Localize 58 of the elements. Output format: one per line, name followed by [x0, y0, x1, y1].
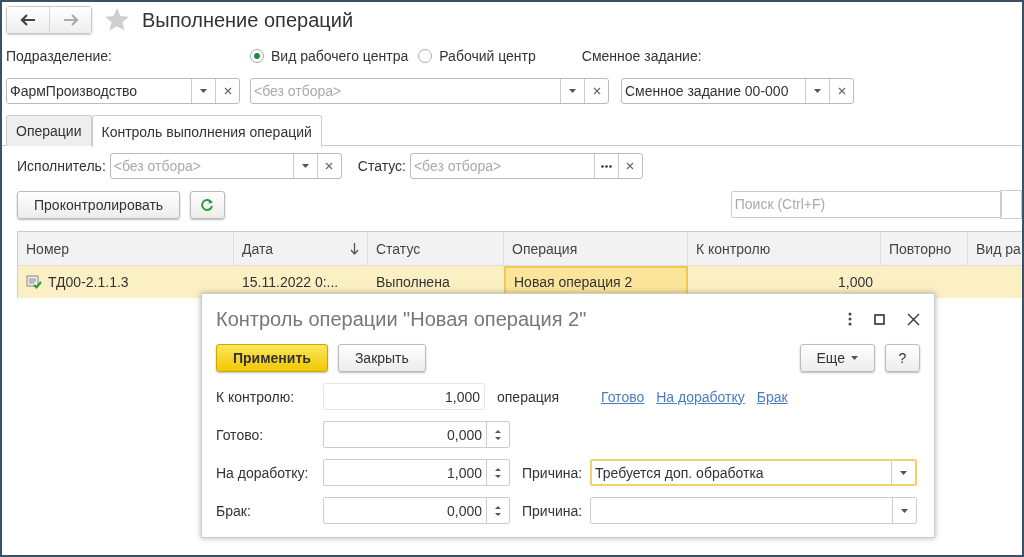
- field-label: Сменное задание:: [581, 48, 702, 64]
- field-label: Брак:: [216, 502, 252, 519]
- window-title: Выполнение операций: [142, 8, 354, 32]
- field-label: Причина:: [522, 464, 584, 481]
- reason-field[interactable]: Требуется доп. обработка: [590, 459, 917, 486]
- column-header[interactable]: К контролю: [688, 232, 881, 265]
- field-label: Готово:: [216, 426, 265, 443]
- tab[interactable]: Контроль выполнения операций: [91, 115, 322, 147]
- link[interactable]: На доработку: [656, 388, 745, 405]
- radio-label[interactable]: Вид рабочего центра: [271, 48, 409, 64]
- shift-task-field[interactable]: Сменное задание 00-000: [621, 78, 854, 104]
- dialog-title: Контроль операции "Новая операция 2": [216, 307, 588, 331]
- column-header[interactable]: Повторно: [881, 232, 968, 265]
- refresh-icon: [200, 197, 215, 212]
- apply-button[interactable]: Применить: [216, 344, 328, 372]
- table-cell: Новая операция 2: [514, 274, 633, 290]
- subdivision-field[interactable]: ФармПроизводство: [6, 78, 240, 104]
- column-header[interactable]: Дата: [234, 232, 368, 265]
- field-label: На доработку:: [216, 464, 310, 481]
- number-field[interactable]: 1,000: [323, 459, 510, 486]
- to-control-field: 1,000: [323, 383, 485, 410]
- close-button[interactable]: Закрыть: [337, 344, 426, 372]
- table-cell: Выполнена: [376, 274, 450, 290]
- more-button[interactable]: Еще: [799, 344, 875, 372]
- number-field[interactable]: 0,000: [323, 421, 510, 448]
- link[interactable]: Готово: [601, 388, 645, 405]
- number-field[interactable]: 0,000: [323, 497, 510, 524]
- check-button[interactable]: Проконтролировать: [17, 190, 181, 219]
- table-row[interactable]: ТД00-2.1.1.3 15.11.2022 0:... Выполнена Новая операция 2 1,000: [18, 266, 1022, 298]
- tab[interactable]: Операции: [6, 115, 92, 146]
- table-cell: ТД00-2.1.1.3: [48, 274, 129, 290]
- field-label: Исполнитель:: [17, 158, 106, 174]
- refresh-button[interactable]: [190, 190, 225, 219]
- more-vertical-icon[interactable]: [848, 312, 852, 326]
- field-label: Статус:: [357, 158, 406, 174]
- forward-arrow-icon: [62, 14, 79, 26]
- maximize-icon[interactable]: [874, 313, 885, 325]
- field-label: К контролю:: [216, 388, 296, 405]
- unit-label: операция: [497, 388, 561, 405]
- field-label: Причина:: [522, 502, 584, 519]
- column-header[interactable]: Вид ра: [968, 232, 1022, 265]
- table-cell: 1,000: [837, 274, 873, 290]
- back-arrow-icon: [20, 14, 36, 26]
- back-button[interactable]: [7, 7, 49, 33]
- link[interactable]: Брак: [756, 388, 788, 405]
- field-label: Подразделение:: [6, 48, 113, 64]
- star-icon[interactable]: [104, 7, 130, 33]
- column-header[interactable]: Операция: [504, 232, 688, 265]
- caret-icon: [851, 356, 858, 360]
- close-icon[interactable]: [907, 312, 920, 326]
- radio-label[interactable]: Рабочий центр: [439, 48, 536, 64]
- column-header[interactable]: Номер: [18, 232, 234, 265]
- column-header[interactable]: Статус: [368, 232, 504, 265]
- table-cell: 15.11.2022 0:...: [242, 274, 339, 290]
- help-button[interactable]: ?: [885, 344, 920, 372]
- reason-field[interactable]: [590, 497, 917, 524]
- sort-arrow-icon: [350, 242, 359, 255]
- document-check-icon: [26, 275, 42, 289]
